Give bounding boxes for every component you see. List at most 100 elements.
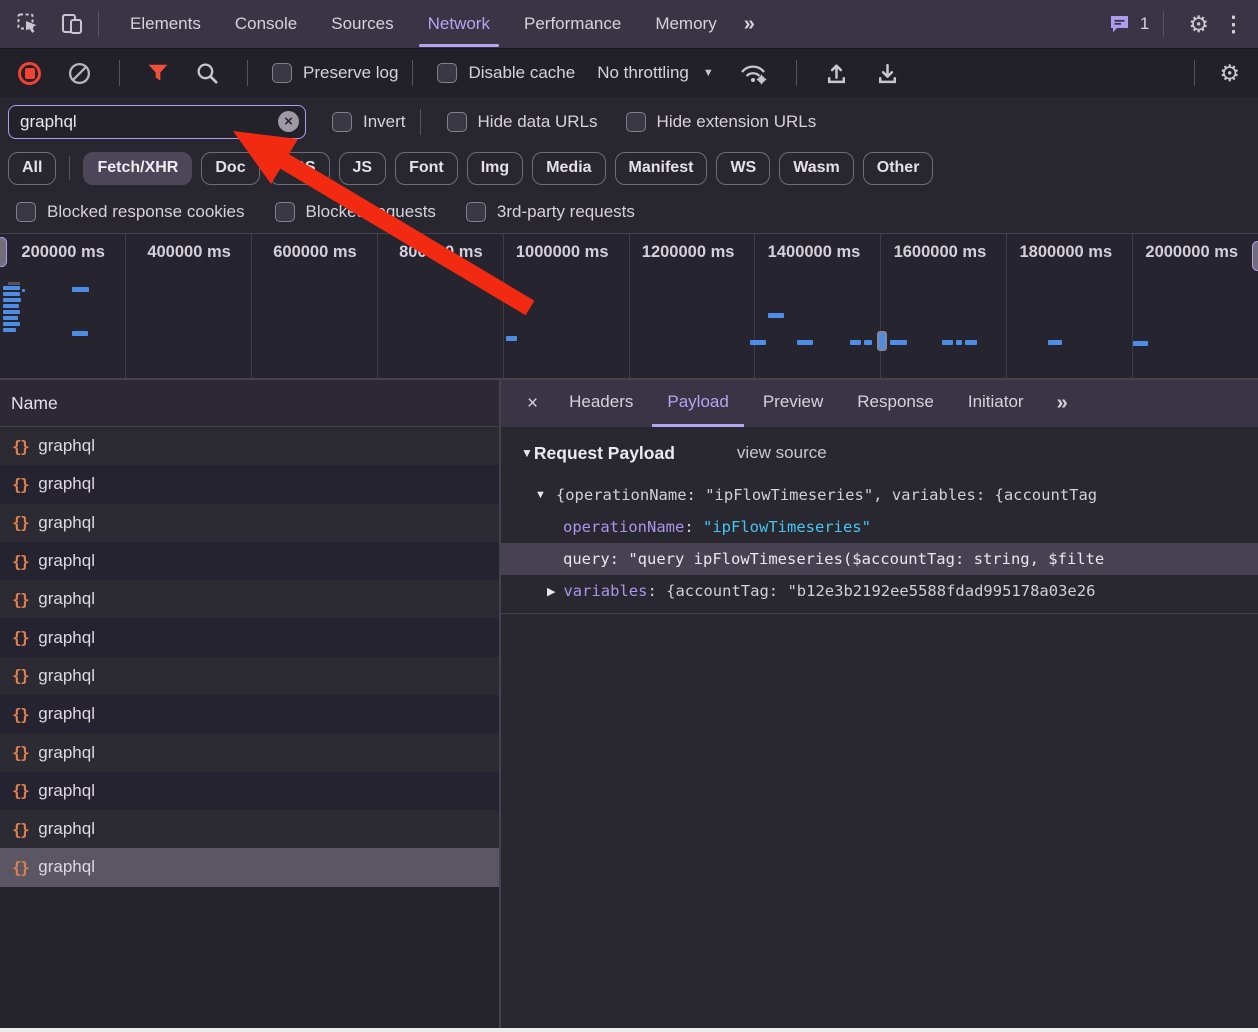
waterfall-bar: [797, 340, 813, 345]
request-name: graphql: [38, 513, 95, 533]
invert-checkbox[interactable]: Invert: [332, 112, 406, 132]
tab-payload[interactable]: Payload: [652, 380, 743, 427]
import-har-icon[interactable]: [811, 61, 862, 86]
tab-label: Console: [235, 14, 297, 34]
export-har-icon[interactable]: [862, 61, 913, 86]
tab-console[interactable]: Console: [218, 0, 314, 48]
tab-label: Headers: [569, 392, 633, 412]
waterfall-bar: [8, 282, 20, 285]
request-row[interactable]: {}graphql: [0, 810, 499, 848]
chip-other[interactable]: Other: [863, 152, 934, 185]
request-payload-section[interactable]: ▼ Request Payload view source: [501, 427, 1258, 479]
request-row[interactable]: {}graphql: [0, 733, 499, 771]
waterfall-bar: [3, 304, 19, 308]
chip-manifest[interactable]: Manifest: [615, 152, 708, 185]
devtools-tabbar: Elements Console Sources Network Perform…: [0, 0, 1258, 48]
collapsed-icon[interactable]: ▶: [547, 585, 555, 598]
network-settings-gear-icon[interactable]: ⚙: [1209, 62, 1258, 85]
checkbox[interactable]: [447, 112, 467, 132]
device-toolbar-icon[interactable]: [60, 12, 84, 36]
payload-row-query-selected[interactable]: query: "query ipFlowTimeseries($accountT…: [501, 543, 1258, 575]
payload-preview-row[interactable]: ▼ {operationName: "ipFlowTimeseries", var…: [501, 479, 1258, 511]
payload-row-operation-name[interactable]: operationName: "ipFlowTimeseries": [501, 511, 1258, 543]
record-button[interactable]: [0, 62, 54, 85]
filter-funnel-icon[interactable]: [134, 63, 182, 83]
tab-performance[interactable]: Performance: [507, 0, 638, 48]
close-details-icon[interactable]: ×: [515, 393, 550, 415]
blocked-response-cookies-checkbox[interactable]: Blocked response cookies: [16, 202, 245, 222]
tab-sources[interactable]: Sources: [314, 0, 410, 48]
clear-filter-icon[interactable]: ×: [278, 111, 299, 132]
filter-input[interactable]: [9, 112, 305, 132]
blocked-requests-checkbox[interactable]: Blocked requests: [275, 202, 436, 222]
json-string-value: "ipFlowTimeseries": [703, 518, 871, 536]
request-row[interactable]: {}graphql: [0, 504, 499, 542]
inspect-element-icon[interactable]: [16, 12, 40, 36]
json-separator: :: [684, 518, 703, 536]
checkbox[interactable]: [466, 202, 486, 222]
chip-fetch-xhr[interactable]: Fetch/XHR: [83, 152, 192, 185]
checkbox[interactable]: [437, 63, 457, 83]
request-row[interactable]: {}graphql: [0, 657, 499, 695]
overview-grip-right[interactable]: [1252, 241, 1258, 271]
preserve-log-checkbox[interactable]: Preserve log: [272, 63, 398, 83]
tab-memory[interactable]: Memory: [638, 0, 733, 48]
overview-grip-left[interactable]: [0, 237, 7, 267]
tab-response[interactable]: Response: [842, 380, 949, 427]
third-party-requests-label: 3rd-party requests: [497, 202, 635, 222]
chip-js[interactable]: JS: [339, 152, 387, 185]
chip-doc[interactable]: Doc: [201, 152, 259, 185]
checkbox[interactable]: [272, 63, 292, 83]
kebab-menu-icon[interactable]: ⋮: [1219, 12, 1258, 37]
filter-row: × Invert Hide data URLs Hide extension U…: [0, 97, 1258, 146]
request-row[interactable]: {}graphql: [0, 772, 499, 810]
chip-ws[interactable]: WS: [716, 152, 770, 185]
more-details-tabs-icon[interactable]: »: [1047, 392, 1076, 415]
hide-extension-urls-checkbox[interactable]: Hide extension URLs: [626, 112, 817, 132]
clear-network-log-button[interactable]: [54, 61, 105, 86]
tab-initiator[interactable]: Initiator: [953, 380, 1039, 427]
request-row[interactable]: {}graphql: [0, 695, 499, 733]
request-row[interactable]: {}graphql: [0, 465, 499, 503]
request-row-selected[interactable]: {}graphql: [0, 848, 499, 886]
chip-wasm[interactable]: Wasm: [779, 152, 854, 185]
chip-font[interactable]: Font: [395, 152, 458, 185]
tab-headers[interactable]: Headers: [554, 380, 648, 427]
chip-all[interactable]: All: [8, 152, 56, 185]
tab-network[interactable]: Network: [411, 0, 507, 48]
request-row[interactable]: {}graphql: [0, 542, 499, 580]
issues-counter[interactable]: 1: [1108, 12, 1149, 36]
checkbox[interactable]: [332, 112, 352, 132]
view-source-link[interactable]: view source: [737, 443, 827, 463]
payload-row-variables[interactable]: ▶variables: {accountTag: "b12e3b2192ee55…: [501, 575, 1258, 607]
json-key: variables: [563, 582, 647, 600]
search-icon[interactable]: [182, 61, 233, 86]
request-name: graphql: [38, 704, 95, 724]
network-conditions-icon[interactable]: [724, 60, 782, 86]
request-name: graphql: [38, 436, 95, 456]
chip-css[interactable]: CSS: [269, 152, 330, 185]
payload-preview-text: {operationName: "ipFlowTimeseries", vari…: [556, 486, 1097, 504]
checkbox[interactable]: [275, 202, 295, 222]
disable-cache-checkbox[interactable]: Disable cache: [437, 63, 575, 83]
request-row[interactable]: {}graphql: [0, 580, 499, 618]
section-expanded-icon[interactable]: ▼: [521, 446, 533, 460]
throttling-dropdown[interactable]: No throttling ▼: [597, 63, 714, 83]
checkbox[interactable]: [626, 112, 646, 132]
network-overview-timeline[interactable]: 200000 ms 400000 ms 600000 ms 800000 ms …: [0, 233, 1258, 380]
settings-gear-icon[interactable]: ⚙: [1178, 13, 1219, 36]
more-tabs-icon[interactable]: »: [734, 13, 763, 36]
hide-data-urls-checkbox[interactable]: Hide data URLs: [447, 112, 598, 132]
third-party-requests-checkbox[interactable]: 3rd-party requests: [466, 202, 635, 222]
request-list-panel: Name {}graphql {}graphql {}graphql {}gra…: [0, 380, 501, 1028]
expanded-icon[interactable]: ▼: [535, 489, 546, 501]
tab-elements[interactable]: Elements: [113, 0, 218, 48]
chip-media[interactable]: Media: [532, 152, 605, 185]
request-row[interactable]: {}graphql: [0, 618, 499, 656]
request-row[interactable]: {}graphql: [0, 427, 499, 465]
checkbox[interactable]: [16, 202, 36, 222]
name-column-header[interactable]: Name: [0, 380, 499, 427]
chip-img[interactable]: Img: [467, 152, 523, 185]
tab-preview[interactable]: Preview: [748, 380, 838, 427]
network-main-panel: Name {}graphql {}graphql {}graphql {}gra…: [0, 380, 1258, 1028]
